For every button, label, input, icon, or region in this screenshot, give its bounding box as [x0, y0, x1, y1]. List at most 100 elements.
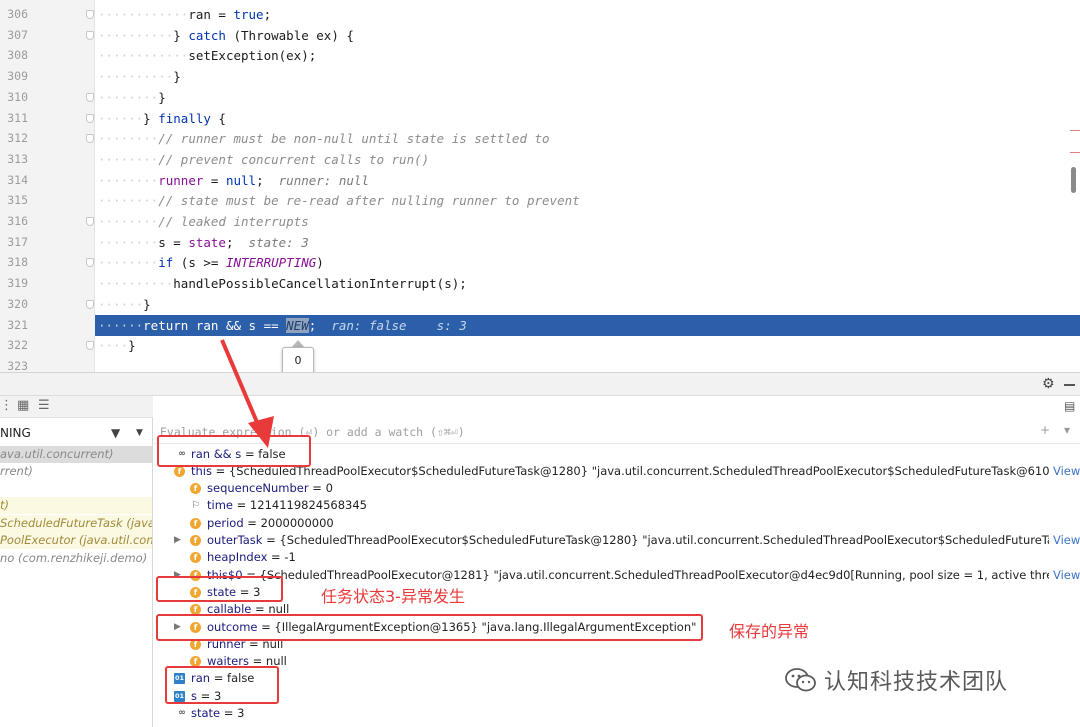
code-token: }	[143, 296, 151, 312]
code-line[interactable]: 320 ······}	[0, 294, 1080, 315]
code-line[interactable]: 310 ········}	[0, 87, 1080, 108]
view-link[interactable]: View	[1053, 567, 1080, 584]
editor-scrollbar-thumb[interactable]	[1071, 167, 1076, 193]
filter-icon[interactable]: ▼	[111, 422, 120, 444]
code-line[interactable]: 312 ········// runner must be non-null un…	[0, 128, 1080, 149]
code-token: }	[158, 89, 166, 105]
line-number[interactable]: 313	[0, 149, 28, 170]
code-line[interactable]: 319 ··········handlePossibleCancellationI…	[0, 273, 1080, 294]
line-number[interactable]: 312	[0, 128, 28, 149]
indent-guide: ······	[98, 110, 144, 126]
stack-frame[interactable]: t)	[0, 497, 152, 514]
fold-marker-icon[interactable]	[86, 10, 94, 19]
code-line[interactable]: 317 ········s = state; state: 3	[0, 232, 1080, 253]
line-number[interactable]: 318	[0, 252, 28, 273]
line-number[interactable]: 308	[0, 45, 28, 66]
code-line[interactable]: 322 ····}	[0, 335, 1080, 356]
variable-row[interactable]: f state = 3	[154, 584, 1080, 601]
indent-guide: ····	[98, 338, 129, 354]
stack-frame[interactable]: PoolExecutor (java.util.conc	[0, 532, 152, 549]
fold-marker-icon[interactable]	[86, 134, 94, 144]
indent-guide: ··········	[98, 27, 174, 43]
code-token: return ran && s ==	[143, 317, 287, 333]
code-token: setException(ex);	[188, 48, 317, 64]
stack-frame[interactable]: ScheduledFutureTask (java.u	[0, 515, 152, 532]
code-line[interactable]: 306 ············ran = true;	[0, 4, 1080, 25]
layout-icon[interactable]: ☰	[38, 398, 50, 413]
code-token: }	[173, 27, 189, 43]
layout-settings-icon[interactable]: ▤	[1064, 399, 1075, 413]
view-link[interactable]: View	[1053, 532, 1080, 549]
code-token: finally	[158, 110, 211, 126]
fold-marker-icon[interactable]	[86, 299, 94, 309]
code-line[interactable]: 307 ··········} catch (Throwable ex) {	[0, 25, 1080, 46]
line-number[interactable]: 311	[0, 108, 28, 129]
add-watch-icon[interactable]: +	[1040, 423, 1050, 437]
chevron-down-icon[interactable]: ▼	[136, 422, 143, 444]
line-number[interactable]: 309	[0, 66, 28, 87]
code-token: }	[128, 338, 136, 354]
variable-row[interactable]: ▶ f this$0 = {ScheduledThreadPoolExecutor@…	[154, 567, 1080, 584]
indent-guide: ········	[98, 255, 159, 271]
code-line[interactable]: 315 ········// state must be re-read afte…	[0, 190, 1080, 211]
line-number[interactable]: 316	[0, 211, 28, 232]
variable-text: heapIndex = -1	[207, 549, 296, 566]
fold-marker-icon[interactable]	[86, 341, 94, 351]
error-stripe-marker[interactable]	[1070, 130, 1080, 131]
variable-name: time	[207, 498, 233, 513]
variable-text: period = 2000000000	[207, 515, 334, 532]
line-number[interactable]: 319	[0, 273, 28, 294]
fold-marker-icon[interactable]	[86, 258, 94, 268]
code-line[interactable]: 314 ········runner = null; runner: null	[0, 170, 1080, 191]
code-token: null	[225, 172, 257, 188]
variable-row[interactable]: f heapIndex = -1	[154, 549, 1080, 566]
inline-value-popup: 0	[282, 347, 314, 375]
variable-row[interactable]: f sequenceNumber = 0	[154, 480, 1080, 497]
variable-value: = {ScheduledThreadPoolExecutor$Scheduled…	[262, 533, 1049, 547]
line-number[interactable]: 310	[0, 87, 28, 108]
fold-marker-icon[interactable]	[86, 92, 94, 102]
code-line[interactable]: 318 ········if (s >= INTERRUPTING)	[0, 252, 1080, 273]
stack-frame[interactable]: ava.util.concurrent)	[0, 446, 152, 463]
code-token: }	[173, 69, 181, 85]
error-stripe-marker[interactable]	[1070, 152, 1080, 153]
line-number[interactable]: 320	[0, 294, 28, 315]
fold-marker-icon[interactable]	[86, 113, 94, 123]
table-icon[interactable]: ▦	[17, 398, 29, 413]
thread-selector[interactable]: NING ▼ ▼	[0, 422, 152, 444]
line-number[interactable]: 306	[0, 4, 28, 25]
expand-arrow-icon[interactable]: ▶	[174, 532, 181, 549]
line-number[interactable]: 322	[0, 335, 28, 356]
outcome-annotation-note: 保存的异常	[729, 622, 810, 641]
code-line[interactable]: 313 ········// prevent concurrent calls t…	[0, 149, 1080, 170]
line-number[interactable]: 314	[0, 170, 28, 191]
code-line[interactable]: 308 ············setException(ex);	[0, 45, 1080, 66]
stack-frame[interactable]: rrent)	[0, 463, 152, 480]
minimize-icon[interactable]	[1064, 384, 1075, 386]
line-number[interactable]: 317	[0, 232, 28, 253]
code-line[interactable]: 321 ······return ran && s == NEW; ran: fa…	[0, 314, 1080, 336]
variable-row[interactable]: ▶ f outerTask = {ScheduledThreadPoolExecut…	[154, 532, 1080, 549]
code-token: }	[143, 110, 159, 126]
code-editor[interactable]: 306 ············ran = true; 307 ··········}…	[0, 0, 1080, 372]
variable-row[interactable]: f period = 2000000000	[154, 515, 1080, 532]
variable-row[interactable]: ⚐ time = 1214119824568345	[154, 497, 1080, 514]
fold-marker-icon[interactable]	[86, 30, 94, 40]
gear-icon[interactable]: ⚙	[1042, 376, 1055, 392]
code-token: =	[203, 172, 226, 188]
variable-value: = 0	[308, 481, 333, 496]
view-link[interactable]: View	[1053, 463, 1080, 480]
code-line[interactable]: 316 ········// leaked interrupts	[0, 211, 1080, 232]
line-number[interactable]: 307	[0, 25, 28, 46]
variable-row[interactable]: ∞ state = 3	[154, 705, 1080, 722]
code-line[interactable]: 311 ······} finally {	[0, 108, 1080, 129]
stack-frame[interactable]: no (com.renzhikeji.demo)	[0, 550, 152, 567]
code-line[interactable]: 323	[0, 356, 1080, 372]
line-number[interactable]: 323	[0, 356, 28, 372]
line-number[interactable]: 315	[0, 190, 28, 211]
code-line[interactable]: 309 ··········}	[0, 66, 1080, 87]
indent-guide: ········	[98, 151, 159, 167]
line-number[interactable]: 321	[0, 314, 95, 336]
fold-marker-icon[interactable]	[86, 217, 94, 226]
chevron-down-icon[interactable]: ▾	[1064, 423, 1070, 437]
